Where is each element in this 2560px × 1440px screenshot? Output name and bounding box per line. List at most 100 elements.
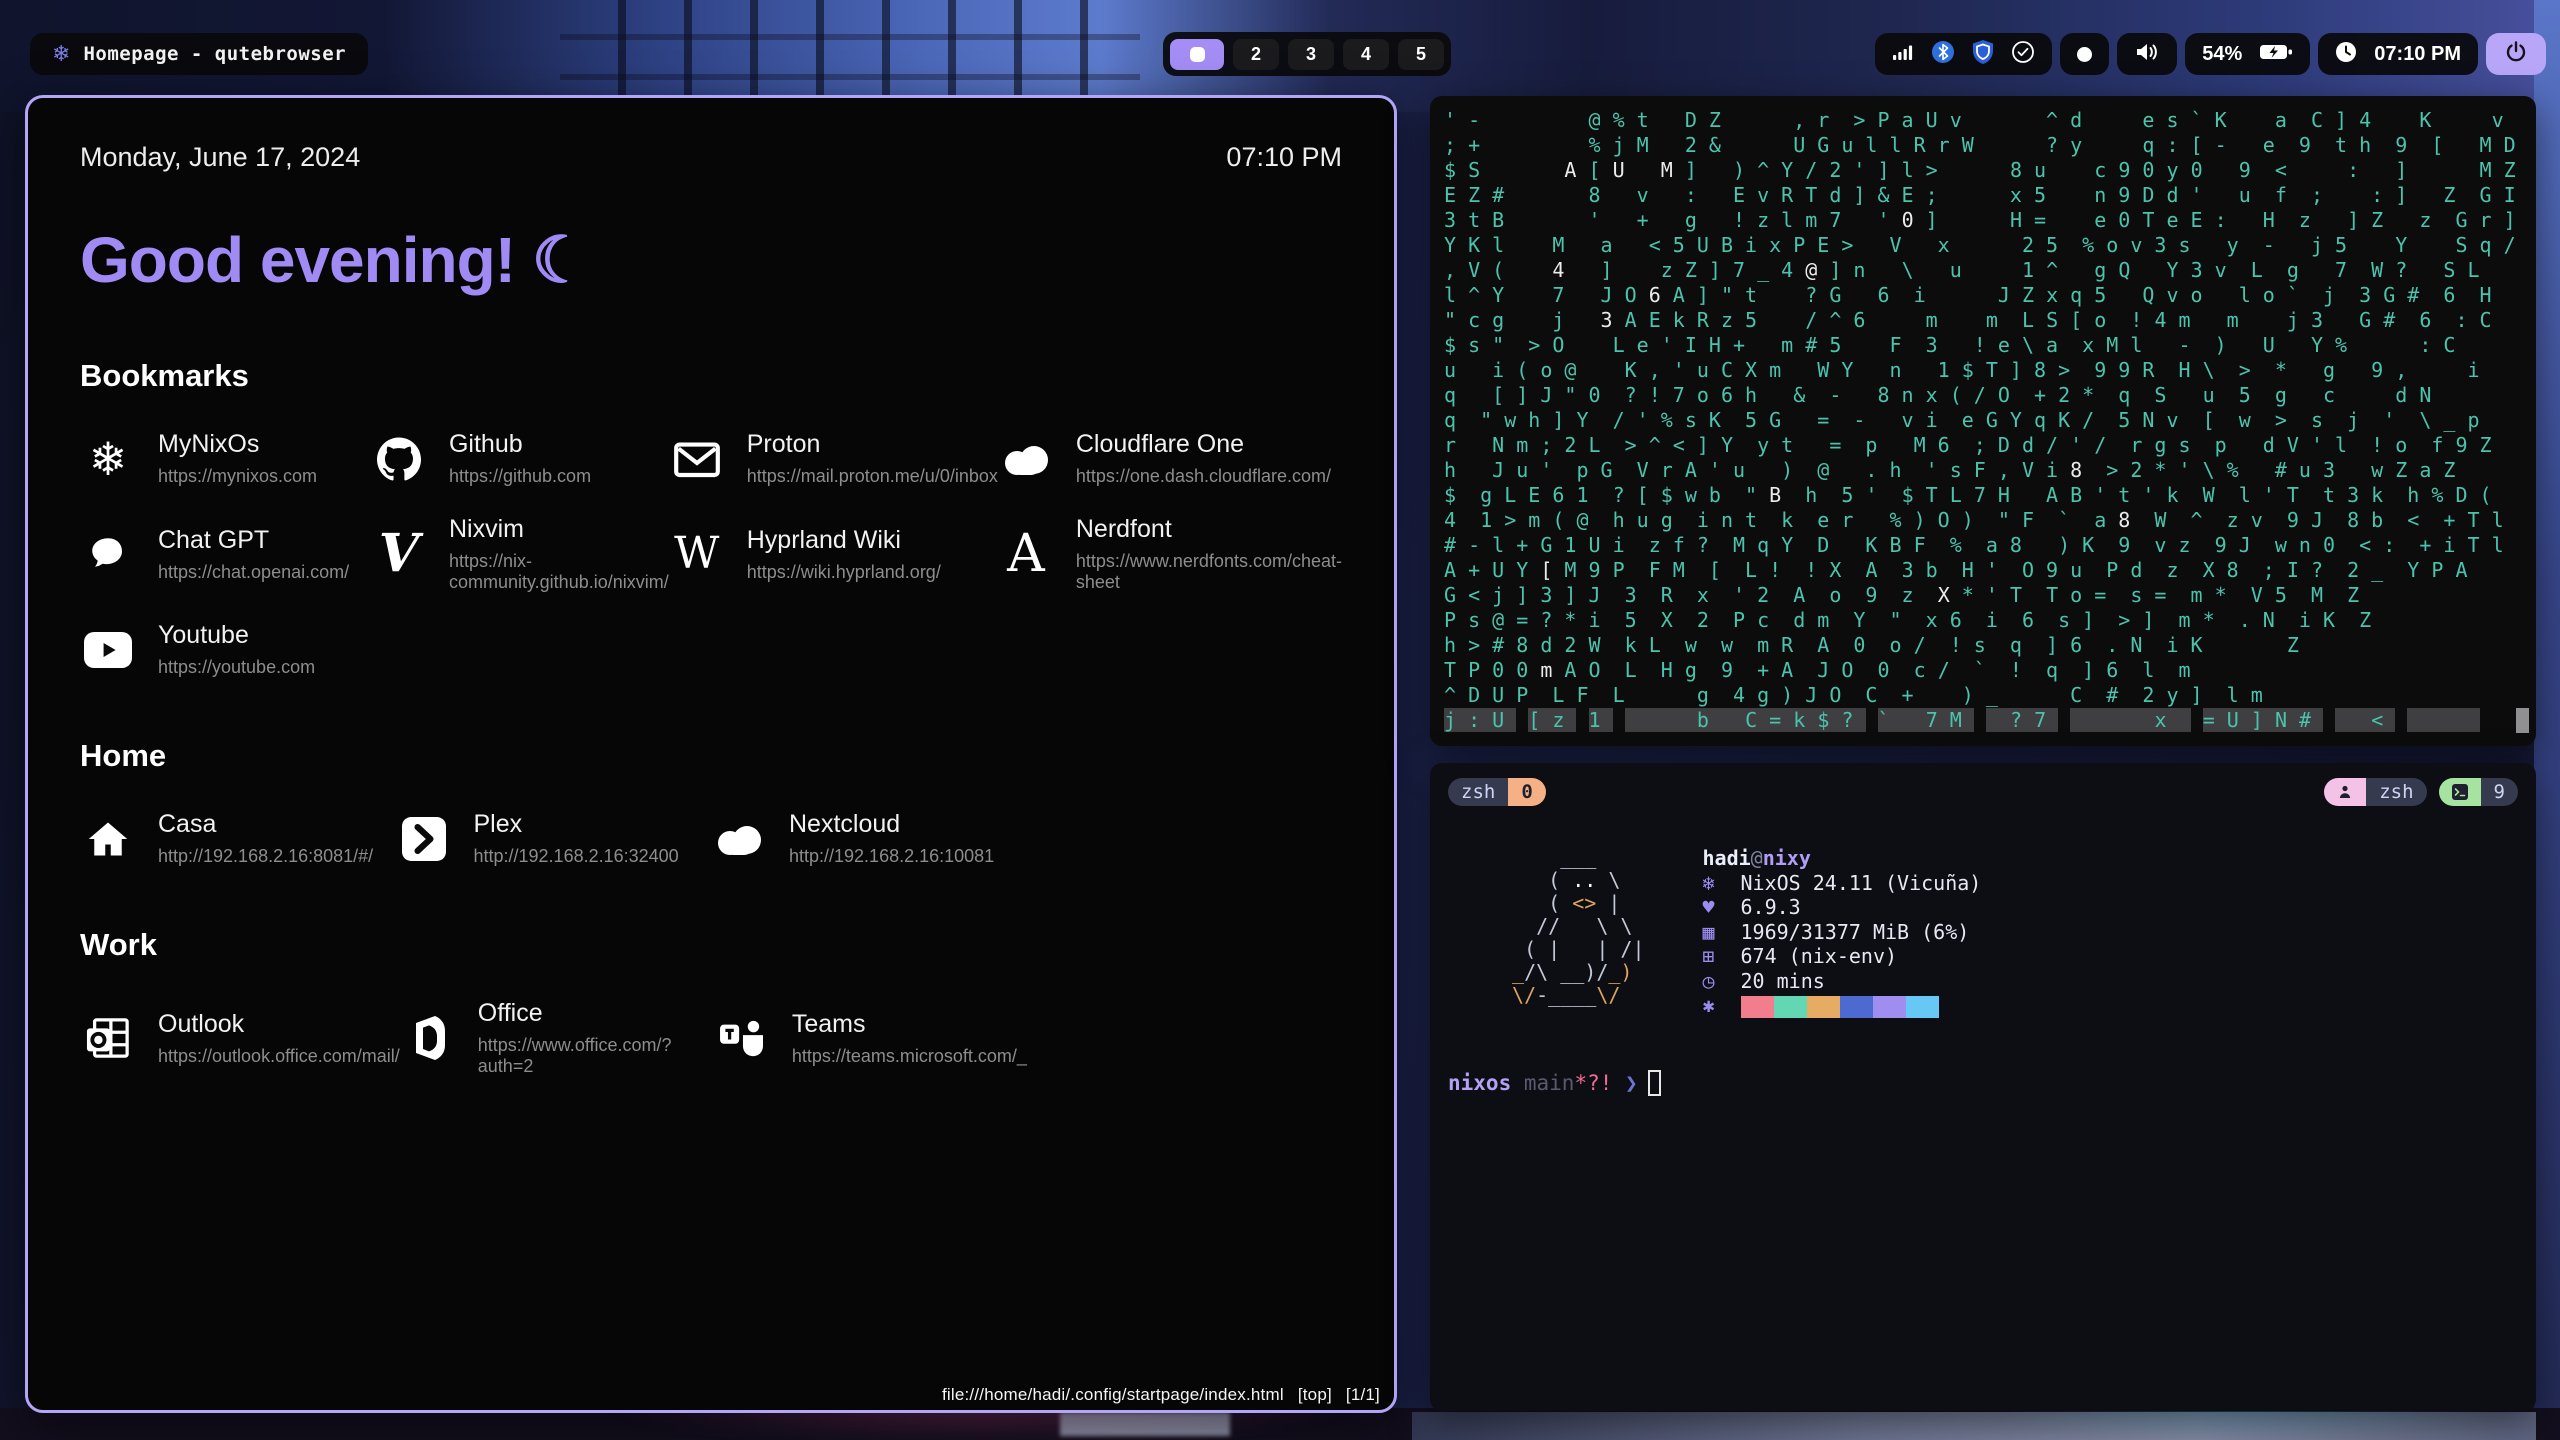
cloud-icon: [711, 811, 767, 867]
a-serif-icon: A: [998, 526, 1054, 582]
bookmark-name[interactable]: Nixvim: [449, 515, 669, 544]
bookmark-name[interactable]: Casa: [158, 810, 373, 839]
bookmark-item[interactable]: Github https://github.com: [371, 430, 669, 487]
bookmark-item[interactable]: WHyprland Wikihttps://wiki.hyprland.org/: [669, 515, 998, 593]
fetch-kernel-value: 6.9.3: [1741, 895, 1801, 919]
bookmark-url: https://outlook.office.com/mail/: [158, 1046, 400, 1067]
prompt-git-flags: *?!: [1574, 1071, 1612, 1095]
bookmark-item[interactable]: Chat GPThttps://chat.openai.com/: [80, 515, 371, 593]
bookmark-item[interactable]: Outlook https://outlook.office.com/mail/: [80, 999, 400, 1077]
record-dot-icon: [2077, 47, 2092, 62]
active-workspace-icon: [1190, 47, 1205, 62]
bookmark-name[interactable]: Proton: [747, 430, 998, 459]
workspace-4[interactable]: 4: [1343, 39, 1389, 70]
prompt-git-branch: main: [1511, 1071, 1574, 1095]
bookmark-text: Officehttps://www.office.com/?auth=2: [478, 999, 714, 1077]
workspace-1-active[interactable]: [1170, 39, 1224, 70]
bookmark-item[interactable]: Protonhttps://mail.proton.me/u/0/inbox: [669, 430, 998, 487]
bookmark-item[interactable]: ❄MyNixOshttps://mynixos.com: [80, 430, 371, 487]
moon-icon: ☾: [532, 224, 588, 296]
bookmark-text: Youtube https://youtube.com: [158, 621, 315, 678]
section-title: Bookmarks: [80, 358, 1342, 394]
v-serif-icon: V: [371, 526, 427, 582]
workspace-3[interactable]: 3: [1288, 39, 1334, 70]
clock-pill[interactable]: 07:10 PM: [2318, 33, 2478, 75]
speaker-icon: [2134, 41, 2160, 68]
battery-pill[interactable]: 54%: [2185, 33, 2310, 75]
power-icon: [2504, 40, 2528, 69]
packages-icon: ⊞: [1703, 944, 1741, 969]
fetch-memory-value: 1969/31377 MiB (6%): [1741, 920, 1970, 944]
bookmark-name[interactable]: Office: [478, 999, 714, 1028]
vpn-shield-icon[interactable]: [1972, 39, 1994, 70]
power-button[interactable]: [2486, 33, 2546, 75]
prompt-arrow: ❯: [1612, 1071, 1637, 1095]
fastfetch-output: ___ ( .. \ ( <> | // \ \ ( | | /| _/\ __…: [1500, 846, 2536, 1018]
bookmark-name[interactable]: Chat GPT: [158, 526, 349, 555]
fetch-user-host: hadi@nixy: [1703, 846, 1982, 871]
zsh-terminal-window[interactable]: zsh 0 zsh9 ___ ( .. \ ( <> | // \ \ ( | …: [1430, 763, 2536, 1411]
workspace-2[interactable]: 2: [1233, 39, 1279, 70]
network-signal-icon[interactable]: [1892, 43, 1914, 66]
volume-pill[interactable]: [2117, 33, 2177, 75]
workspace-switcher: 2345: [1163, 32, 1451, 76]
bookmark-item[interactable]: Plexhttp://192.168.2.16:32400: [396, 810, 712, 867]
matrix-rain-text: ' - @ % t D Z , r > P a U v ^ d e s ` K …: [1444, 108, 2522, 708]
bookmark-name[interactable]: MyNixOs: [158, 430, 317, 459]
teams-icon: [714, 1010, 770, 1066]
bookmark-item[interactable]: Officehttps://www.office.com/?auth=2: [400, 999, 714, 1077]
tmux-statusbar: zsh 0 zsh9: [1430, 763, 2536, 806]
chevron-icon: [396, 811, 452, 867]
bookmark-name[interactable]: Github: [449, 430, 591, 459]
terminal-icon: [2439, 778, 2481, 806]
bookmark-name[interactable]: Youtube: [158, 621, 315, 650]
header-date: Monday, June 17, 2024: [80, 142, 360, 173]
bookmark-item[interactable]: Teamshttps://teams.microsoft.com/_: [714, 999, 1028, 1077]
bookmark-name[interactable]: Nerdfont: [1076, 515, 1342, 544]
tmux-right-status: zsh9: [2324, 778, 2518, 806]
tux-ascii-art: ___ ( .. \ ( <> | // \ \ ( | | /| _/\ __…: [1500, 846, 1645, 1018]
bookmark-item[interactable]: VNixvimhttps://nix-community.github.io/n…: [371, 515, 669, 593]
bookmark-item[interactable]: A Nerdfonthttps://www.nerdfonts.com/cheat…: [998, 515, 1342, 593]
github-icon: [371, 431, 427, 487]
terminal-color-palette: [1741, 996, 1939, 1018]
house-icon: [80, 811, 136, 867]
prompt-directory: nixos: [1448, 1071, 1511, 1095]
workspace-5[interactable]: 5: [1398, 39, 1444, 70]
bookmark-text: MyNixOs https://mynixos.com: [158, 430, 317, 487]
bookmark-item[interactable]: Cloudflare Onehttps://one.dash.cloudflar…: [998, 430, 1342, 487]
shell-prompt-line[interactable]: nixos main*?! ❯: [1448, 1070, 2536, 1096]
bookmark-url: https://youtube.com: [158, 657, 315, 678]
bookmark-name[interactable]: Outlook: [158, 1010, 400, 1039]
startpage-header: Monday, June 17, 2024 07:10 PM: [80, 142, 1342, 173]
bookmark-name[interactable]: Plex: [474, 810, 679, 839]
matrix-terminal-window[interactable]: ' - @ % t D Z , r > P a U v ^ d e s ` K …: [1430, 96, 2536, 746]
bookmark-text: Protonhttps://mail.proton.me/u/0/inbox: [747, 430, 998, 487]
chat-icon: [80, 526, 136, 582]
envelope-icon: [669, 431, 725, 487]
bookmark-name[interactable]: Teams: [792, 1010, 1027, 1039]
bookmark-item[interactable]: Youtube https://youtube.com: [80, 621, 371, 678]
browser-statusbar: file:///home/hadi/.config/startpage/inde…: [928, 1385, 1380, 1405]
person-icon: [2324, 778, 2366, 806]
bookmark-name[interactable]: Cloudflare One: [1076, 430, 1331, 459]
qutebrowser-window[interactable]: Monday, June 17, 2024 07:10 PM Good even…: [25, 95, 1397, 1413]
recording-indicator-pill[interactable]: [2060, 33, 2109, 75]
bookmark-item[interactable]: Casahttp://192.168.2.16:8081/#/: [80, 810, 396, 867]
check-circle-icon[interactable]: [2011, 40, 2035, 69]
bookmark-item[interactable]: Nextcloud http://192.168.2.16:10081: [711, 810, 1027, 867]
bluetooth-icon[interactable]: [1931, 40, 1955, 69]
bookmark-name[interactable]: Nextcloud: [789, 810, 994, 839]
tray-icons-pill[interactable]: [1875, 33, 2052, 75]
terminal-scrollbar-thumb[interactable]: [2516, 708, 2529, 733]
fetch-packages-value: 674 (nix-env): [1741, 944, 1898, 968]
bookmark-text: Teamshttps://teams.microsoft.com/_: [792, 1010, 1027, 1067]
bookmark-url: http://192.168.2.16:10081: [789, 846, 994, 867]
bookmark-text: Nerdfonthttps://www.nerdfonts.com/cheat-…: [1076, 515, 1342, 593]
fetch-colors-line: ✱: [1703, 993, 1982, 1018]
bookmark-url: https://mynixos.com: [158, 466, 317, 487]
clock-icon: [2335, 41, 2357, 68]
bookmark-url: https://github.com: [449, 466, 591, 487]
colors-icon: ✱: [1703, 993, 1741, 1018]
bookmark-name[interactable]: Hyprland Wiki: [747, 526, 941, 555]
